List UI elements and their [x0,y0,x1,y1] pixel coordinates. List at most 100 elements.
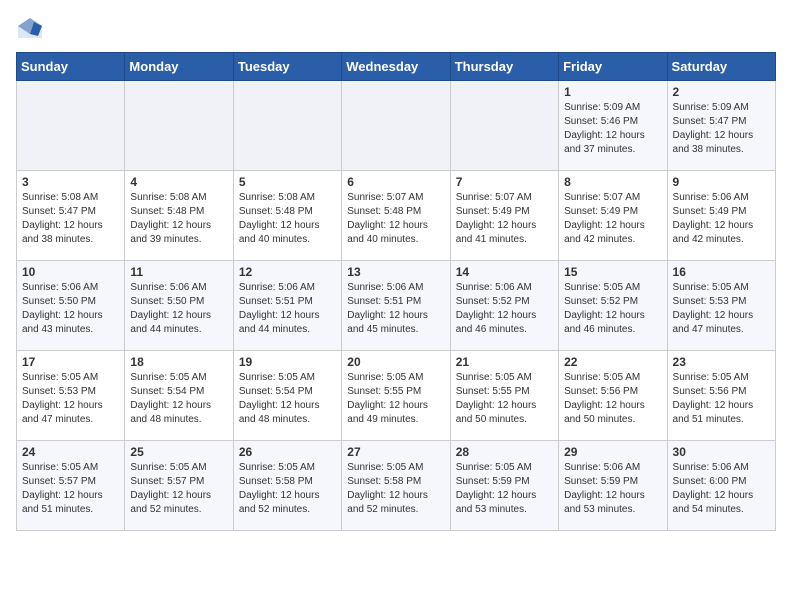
day-info: Sunrise: 5:06 AM Sunset: 6:00 PM Dayligh… [673,461,770,517]
day-number: 16 [673,265,770,279]
calendar-week-row: 24 Sunrise: 5:05 AM Sunset: 5:57 PM Dayli… [17,441,776,531]
calendar-day-cell: 2 Sunrise: 5:09 AM Sunset: 5:47 PM Daylig… [667,81,775,171]
day-info: Sunrise: 5:05 AM Sunset: 5:54 PM Dayligh… [239,371,336,427]
weekday-header-cell: Friday [559,53,667,81]
day-info: Sunrise: 5:09 AM Sunset: 5:46 PM Dayligh… [564,101,661,157]
calendar-day-cell: 1 Sunrise: 5:09 AM Sunset: 5:46 PM Daylig… [559,81,667,171]
calendar-week-row: 1 Sunrise: 5:09 AM Sunset: 5:46 PM Daylig… [17,81,776,171]
page-header [16,16,776,40]
day-info: Sunrise: 5:05 AM Sunset: 5:57 PM Dayligh… [22,461,119,517]
calendar-day-cell: 10 Sunrise: 5:06 AM Sunset: 5:50 PM Dayli… [17,261,125,351]
calendar-day-cell: 14Sunrise: 5:06 AM Sunset: 5:52 PM Dayli… [450,261,558,351]
day-number: 17 [22,355,119,369]
weekday-header-cell: Monday [125,53,233,81]
day-info: Sunrise: 5:05 AM Sunset: 5:56 PM Dayligh… [564,371,661,427]
day-info: Sunrise: 5:05 AM Sunset: 5:55 PM Dayligh… [456,371,553,427]
day-number: 15 [564,265,661,279]
day-info: Sunrise: 5:06 AM Sunset: 5:52 PM Dayligh… [456,281,553,337]
calendar-day-cell: 20 Sunrise: 5:05 AM Sunset: 5:55 PM Dayli… [342,351,450,441]
calendar-day-cell: 11 Sunrise: 5:06 AM Sunset: 5:50 PM Dayli… [125,261,233,351]
calendar-day-cell: 8Sunrise: 5:07 AM Sunset: 5:49 PM Daylig… [559,171,667,261]
day-info: Sunrise: 5:08 AM Sunset: 5:48 PM Dayligh… [130,191,227,247]
day-info: Sunrise: 5:05 AM Sunset: 5:54 PM Dayligh… [130,371,227,427]
day-number: 20 [347,355,444,369]
day-info: Sunrise: 5:06 AM Sunset: 5:49 PM Dayligh… [673,191,770,247]
day-number: 4 [130,175,227,189]
calendar-day-cell: 30 Sunrise: 5:06 AM Sunset: 6:00 PM Dayli… [667,441,775,531]
day-number: 8 [564,175,661,189]
day-number: 2 [673,85,770,99]
day-info: Sunrise: 5:05 AM Sunset: 5:57 PM Dayligh… [130,461,227,517]
day-number: 13 [347,265,444,279]
day-number: 24 [22,445,119,459]
day-info: Sunrise: 5:05 AM Sunset: 5:58 PM Dayligh… [347,461,444,517]
calendar-week-row: 10 Sunrise: 5:06 AM Sunset: 5:50 PM Dayli… [17,261,776,351]
weekday-header-row: SundayMondayTuesdayWednesdayThursdayFrid… [17,53,776,81]
day-number: 28 [456,445,553,459]
day-number: 11 [130,265,227,279]
calendar-day-cell [125,81,233,171]
calendar-day-cell: 15Sunrise: 5:05 AM Sunset: 5:52 PM Dayli… [559,261,667,351]
day-info: Sunrise: 5:06 AM Sunset: 5:51 PM Dayligh… [239,281,336,337]
day-info: Sunrise: 5:07 AM Sunset: 5:48 PM Dayligh… [347,191,444,247]
calendar-day-cell: 6 Sunrise: 5:07 AM Sunset: 5:48 PM Daylig… [342,171,450,261]
logo [16,16,48,40]
calendar-day-cell: 16Sunrise: 5:05 AM Sunset: 5:53 PM Dayli… [667,261,775,351]
day-info: Sunrise: 5:08 AM Sunset: 5:47 PM Dayligh… [22,191,119,247]
day-number: 10 [22,265,119,279]
day-info: Sunrise: 5:05 AM Sunset: 5:59 PM Dayligh… [456,461,553,517]
logo-icon [16,16,44,40]
day-number: 25 [130,445,227,459]
day-info: Sunrise: 5:05 AM Sunset: 5:56 PM Dayligh… [673,371,770,427]
calendar-day-cell: 25 Sunrise: 5:05 AM Sunset: 5:57 PM Dayli… [125,441,233,531]
weekday-header-cell: Wednesday [342,53,450,81]
calendar-week-row: 17 Sunrise: 5:05 AM Sunset: 5:53 PM Dayli… [17,351,776,441]
day-number: 22 [564,355,661,369]
calendar-day-cell [450,81,558,171]
calendar-day-cell: 17 Sunrise: 5:05 AM Sunset: 5:53 PM Dayli… [17,351,125,441]
day-number: 3 [22,175,119,189]
calendar-day-cell: 29 Sunrise: 5:06 AM Sunset: 5:59 PM Dayli… [559,441,667,531]
day-number: 1 [564,85,661,99]
day-info: Sunrise: 5:06 AM Sunset: 5:59 PM Dayligh… [564,461,661,517]
calendar-table: SundayMondayTuesdayWednesdayThursdayFrid… [16,52,776,531]
weekday-header-cell: Sunday [17,53,125,81]
calendar-day-cell: 27 Sunrise: 5:05 AM Sunset: 5:58 PM Dayli… [342,441,450,531]
calendar-day-cell: 28 Sunrise: 5:05 AM Sunset: 5:59 PM Dayli… [450,441,558,531]
day-number: 21 [456,355,553,369]
calendar-day-cell: 24 Sunrise: 5:05 AM Sunset: 5:57 PM Dayli… [17,441,125,531]
calendar-day-cell: 13 Sunrise: 5:06 AM Sunset: 5:51 PM Dayli… [342,261,450,351]
day-number: 29 [564,445,661,459]
day-info: Sunrise: 5:08 AM Sunset: 5:48 PM Dayligh… [239,191,336,247]
day-number: 6 [347,175,444,189]
weekday-header-cell: Tuesday [233,53,341,81]
calendar-body: 1 Sunrise: 5:09 AM Sunset: 5:46 PM Daylig… [17,81,776,531]
calendar-day-cell [17,81,125,171]
calendar-day-cell: 3 Sunrise: 5:08 AM Sunset: 5:47 PM Daylig… [17,171,125,261]
day-number: 30 [673,445,770,459]
calendar-day-cell: 21 Sunrise: 5:05 AM Sunset: 5:55 PM Dayli… [450,351,558,441]
day-info: Sunrise: 5:06 AM Sunset: 5:50 PM Dayligh… [130,281,227,337]
calendar-day-cell: 12 Sunrise: 5:06 AM Sunset: 5:51 PM Dayli… [233,261,341,351]
calendar-day-cell: 26Sunrise: 5:05 AM Sunset: 5:58 PM Dayli… [233,441,341,531]
weekday-header-cell: Saturday [667,53,775,81]
day-number: 23 [673,355,770,369]
day-info: Sunrise: 5:06 AM Sunset: 5:51 PM Dayligh… [347,281,444,337]
calendar-day-cell: 19 Sunrise: 5:05 AM Sunset: 5:54 PM Dayli… [233,351,341,441]
day-info: Sunrise: 5:06 AM Sunset: 5:50 PM Dayligh… [22,281,119,337]
calendar-day-cell [233,81,341,171]
day-info: Sunrise: 5:05 AM Sunset: 5:55 PM Dayligh… [347,371,444,427]
day-info: Sunrise: 5:07 AM Sunset: 5:49 PM Dayligh… [456,191,553,247]
day-number: 27 [347,445,444,459]
weekday-header-cell: Thursday [450,53,558,81]
day-number: 18 [130,355,227,369]
calendar-week-row: 3 Sunrise: 5:08 AM Sunset: 5:47 PM Daylig… [17,171,776,261]
calendar-day-cell: 4 Sunrise: 5:08 AM Sunset: 5:48 PM Daylig… [125,171,233,261]
day-number: 12 [239,265,336,279]
day-number: 7 [456,175,553,189]
day-info: Sunrise: 5:09 AM Sunset: 5:47 PM Dayligh… [673,101,770,157]
day-number: 26 [239,445,336,459]
day-info: Sunrise: 5:05 AM Sunset: 5:53 PM Dayligh… [22,371,119,427]
day-number: 19 [239,355,336,369]
calendar-day-cell: 23 Sunrise: 5:05 AM Sunset: 5:56 PM Dayli… [667,351,775,441]
